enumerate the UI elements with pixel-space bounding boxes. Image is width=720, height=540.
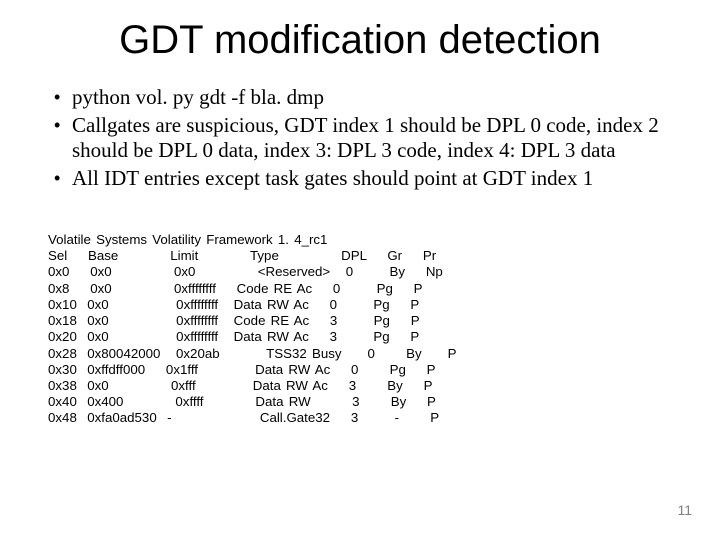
code-line: 0x28 0x80042000 0x20ab TSS32 Busy 0 By P [48,346,688,362]
bullet-item: • Callgates are suspicious, GDT index 1 … [54,113,674,164]
slide: GDT modification detection • python vol.… [0,0,720,540]
code-line: 0x10 0x0 0xffffffff Data RW Ac 0 Pg P [48,297,688,313]
code-line: 0x40 0x400 0xffff Data RW 3 By P [48,394,688,410]
code-line: 0x8 0x0 0xffffffff Code RE Ac 0 Pg P [48,281,688,297]
code-line: 0x30 0xffdff000 0x1fff Data RW Ac 0 Pg P [48,362,688,378]
code-line: 0x38 0x0 0xfff Data RW Ac 3 By P [48,378,688,394]
bullet-text: All IDT entries except task gates should… [72,166,674,192]
code-line: 0x0 0x0 0x0 <Reserved> 0 By Np [48,264,688,280]
slide-title: GDT modification detection [0,18,720,63]
code-line: 0x18 0x0 0xffffffff Code RE Ac 3 Pg P [48,313,688,329]
bullet-dot-icon: • [54,166,72,190]
bullet-dot-icon: • [54,113,72,137]
bullet-text: Callgates are suspicious, GDT index 1 sh… [72,113,674,164]
bullet-list: • python vol. py gdt -f bla. dmp • Callg… [54,85,674,193]
bullet-item: • python vol. py gdt -f bla. dmp [54,85,674,111]
code-block: Volatile Systems Volatility Framework 1.… [48,232,688,427]
page-number: 11 [677,502,692,518]
bullet-text: python vol. py gdt -f bla. dmp [72,85,674,111]
code-line: 0x20 0x0 0xffffffff Data RW Ac 3 Pg P [48,329,688,345]
code-line: Volatile Systems Volatility Framework 1.… [48,232,688,248]
bullet-item: • All IDT entries except task gates shou… [54,166,674,192]
code-line: 0x48 0xfa0ad530 - Call.Gate32 3 - P [48,410,688,426]
code-line: Sel Base Limit Type DPL Gr Pr [48,248,688,264]
bullet-dot-icon: • [54,85,72,109]
